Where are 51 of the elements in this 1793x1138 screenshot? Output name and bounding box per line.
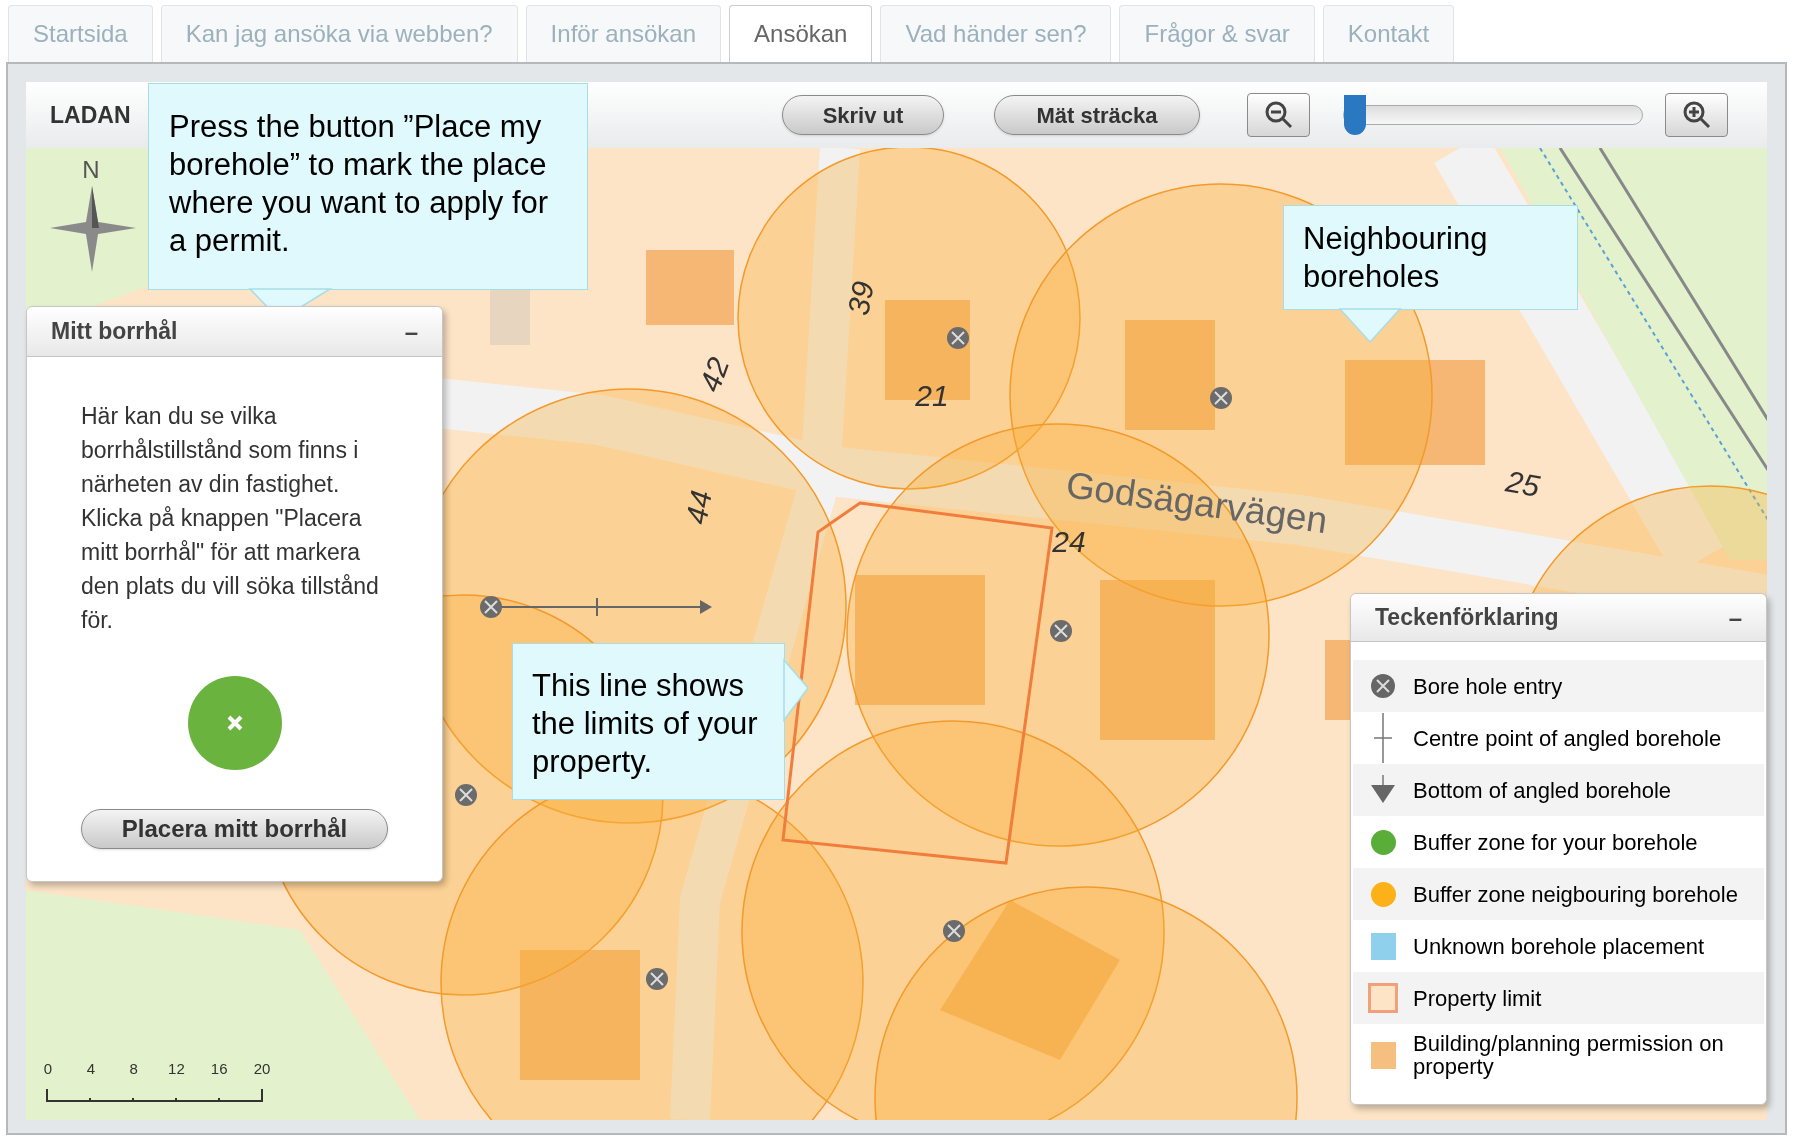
legend-label: Buffer zone for your borehole (1413, 830, 1699, 854)
zoom-out-button[interactable] (1247, 93, 1310, 137)
borehole-marker (1210, 387, 1232, 409)
scale-label: 20 (252, 1059, 272, 1079)
legend-label: Buffer zone neigbouring borehole (1413, 882, 1739, 906)
panel-title: Mitt borrhål (51, 317, 178, 347)
house-number-label: 21 (915, 379, 949, 412)
house-number-label: 44 (679, 487, 718, 527)
legend-label: Bottom of angled borehole (1413, 778, 1673, 802)
house-number-label: 24 (1052, 525, 1086, 558)
arrow-down-icon (1370, 775, 1396, 805)
nav-tab[interactable]: Ansökan (729, 5, 873, 62)
legend-label: Property limit (1413, 986, 1543, 1010)
scale-label: 8 (128, 1059, 139, 1079)
place-borehole-button[interactable]: Placera mitt borrhål (81, 809, 388, 849)
legend-title: Teckenförklaring (1375, 603, 1559, 633)
callout: This line shows the limits of your property. (512, 643, 785, 800)
borehole-marker (1050, 620, 1072, 642)
legend-label: Bore hole entry (1413, 674, 1564, 698)
measure-button[interactable]: Mät sträcka (994, 95, 1200, 135)
borehole-marker-icon[interactable] (186, 675, 283, 771)
house-number-label: 25 (1503, 464, 1543, 503)
zoom-in-button[interactable] (1665, 93, 1728, 137)
borehole-marker (455, 784, 477, 806)
borehole-marker (480, 596, 502, 618)
collapse-button[interactable]: – (404, 313, 418, 350)
legend-label: Building/planning permission on property (1413, 1032, 1725, 1078)
callout-pointer (783, 657, 809, 723)
callout-pointer (1338, 308, 1402, 344)
compass-rose-icon (50, 186, 136, 272)
compass-north-label: N (82, 156, 100, 183)
callout: Press the button ”Place my borehole” to mark the place where you want to apply for a permit. (148, 83, 588, 290)
print-button[interactable]: Skriv ut (782, 95, 944, 135)
legend-label: Centre point of angled borehole (1413, 726, 1723, 750)
borehole-marker (646, 968, 668, 990)
borehole-marker (943, 920, 965, 942)
collapse-button[interactable]: – (1728, 599, 1742, 636)
scale-label: 4 (85, 1059, 96, 1079)
scale-label: 12 (167, 1059, 186, 1079)
zoom-out-icon (1263, 100, 1294, 130)
scale-label: 0 (42, 1059, 54, 1079)
slider-thumb[interactable] (1343, 95, 1366, 135)
house-number-label: 42 (692, 353, 736, 396)
panel-description: Här kan du se vilka borrhålstillstånd som finns i närheten av din fastighet. Klicka på knappen "Placera mitt borrhål" för att markera den plats du vill söka tillstånd för. (81, 402, 380, 635)
borehole-marker (947, 327, 969, 349)
borehole-entry-icon (1370, 673, 1396, 699)
scale-label: 16 (209, 1059, 229, 1079)
zoom-in-icon (1681, 100, 1712, 130)
legend-label: Unknown borehole placement (1413, 934, 1706, 958)
map-title: LADAN (50, 101, 131, 128)
house-number-label: 39 (841, 278, 880, 318)
